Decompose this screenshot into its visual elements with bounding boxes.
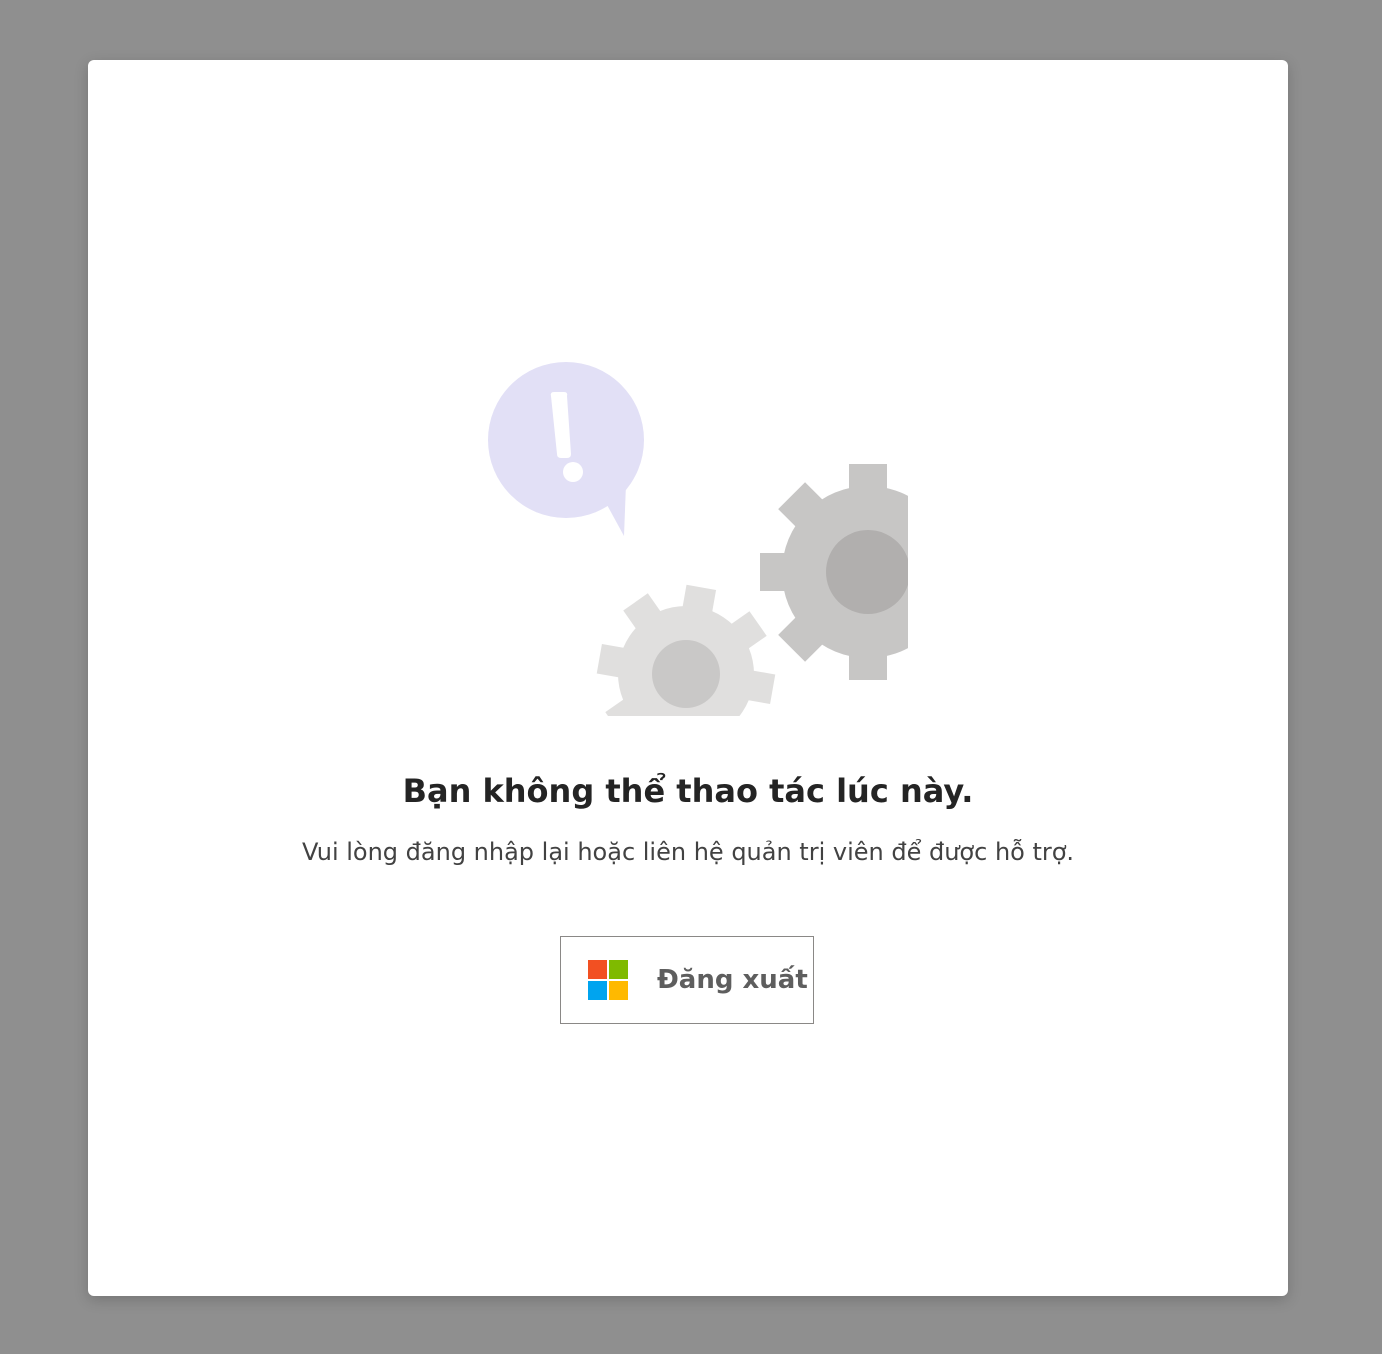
error-dialog: Bạn không thể thao tác lúc này. Vui lòng… [88, 60, 1288, 1296]
signout-button[interactable]: Đăng xuất [560, 936, 814, 1024]
signout-label: Đăng xuất [657, 965, 808, 995]
error-title: Bạn không thể thao tác lúc này. [402, 772, 974, 810]
small-gear-icon [596, 584, 776, 716]
gears-alert-illustration [488, 296, 908, 716]
alert-bubble-icon [488, 362, 644, 536]
large-gear-icon [760, 464, 908, 680]
microsoft-logo-icon [588, 960, 628, 1000]
error-message: Vui lòng đăng nhập lại hoặc liên hệ quản… [301, 838, 1075, 866]
